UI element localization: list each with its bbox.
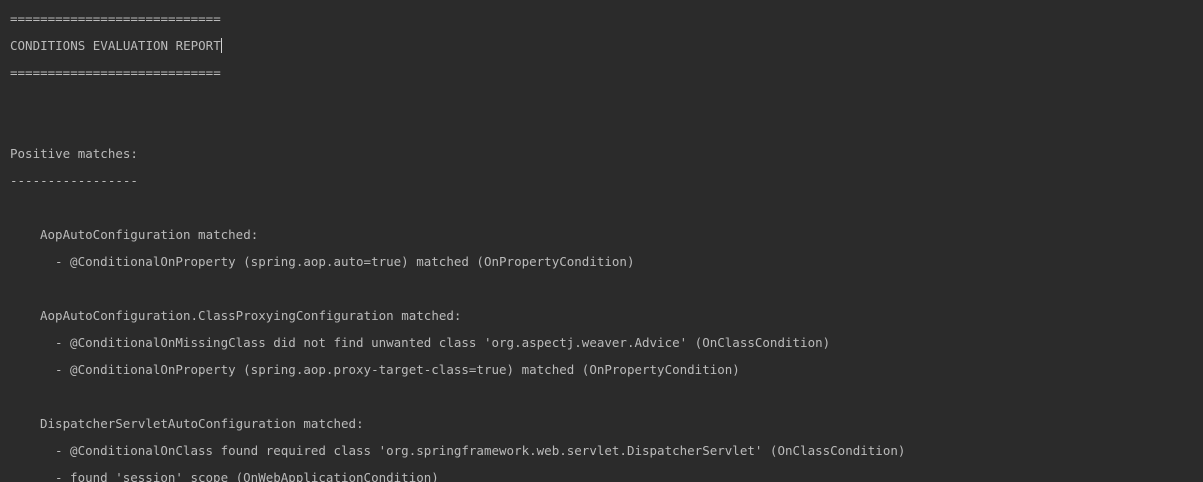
match-detail: - @ConditionalOnClass found required cla…: [55, 443, 906, 458]
match-detail: - found 'session' scope (OnWebApplicatio…: [55, 470, 439, 482]
separator-line: ============================: [10, 11, 221, 26]
section-underline: -----------------: [10, 173, 138, 188]
section-heading-positive-matches: Positive matches:: [10, 146, 138, 161]
match-heading: AopAutoConfiguration.ClassProxyingConfig…: [40, 308, 462, 323]
match-detail: - @ConditionalOnMissingClass did not fin…: [55, 335, 831, 350]
console-output-panel[interactable]: ============================ CONDITIONS …: [0, 0, 1203, 482]
match-detail: - @ConditionalOnProperty (spring.aop.pro…: [55, 362, 740, 377]
console-text-area[interactable]: ============================ CONDITIONS …: [10, 5, 1203, 482]
report-title: CONDITIONS EVALUATION REPORT: [10, 38, 221, 53]
report-title-line: CONDITIONS EVALUATION REPORT: [10, 32, 1203, 59]
match-detail: - @ConditionalOnProperty (spring.aop.aut…: [55, 254, 635, 269]
match-heading: AopAutoConfiguration matched:: [40, 227, 259, 242]
text-caret: [220, 38, 222, 53]
match-heading: DispatcherServletAutoConfiguration match…: [40, 416, 364, 431]
separator-line: ============================: [10, 65, 221, 80]
